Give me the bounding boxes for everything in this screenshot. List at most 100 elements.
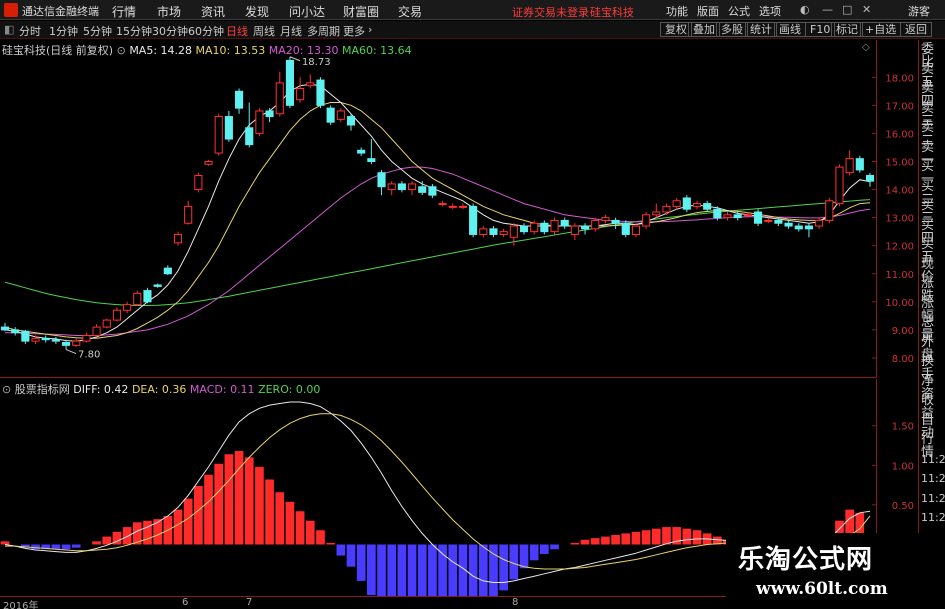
candle-body <box>397 183 406 191</box>
macd-label: MACD: 0.11 <box>189 383 255 396</box>
price-tick-label: 17.00 <box>885 101 914 112</box>
candle-body <box>580 225 590 230</box>
candle-body <box>234 90 244 109</box>
candle-body <box>499 231 508 235</box>
candle-body <box>153 284 162 287</box>
candle-body <box>621 222 630 235</box>
candle-body <box>21 330 30 342</box>
candle-body <box>519 225 529 233</box>
candle-body <box>591 219 600 230</box>
candle-body <box>723 214 732 219</box>
ma20-label: MA20: 13.30 <box>268 44 339 57</box>
macd-indicator-legend: ⊙ 股票指标网 DIFF: 0.42 DEA: 0.36 MACD: 0.11 … <box>2 381 320 397</box>
settings-icon[interactable]: ⊙ <box>117 44 126 57</box>
diff-label: DIFF: 0.42 <box>73 383 129 396</box>
candle-body <box>774 219 783 224</box>
candle-body <box>479 228 488 235</box>
candle-body <box>31 337 40 342</box>
candle-body <box>469 205 478 235</box>
price-tick-label: 12.00 <box>885 242 914 253</box>
candle-body <box>204 160 213 165</box>
low-label: 7.80 <box>78 350 100 361</box>
candle-body <box>448 205 457 208</box>
candle-body <box>82 335 91 342</box>
candle-body <box>458 205 468 208</box>
order-book-label: 11:2 <box>921 511 945 524</box>
candle-body <box>530 222 539 233</box>
price-indicator-legend: 硅宝科技(日线 前复权) ⊙ MA5: 14.28 MA10: 13.53 MA… <box>2 42 412 58</box>
candle-body <box>61 342 71 346</box>
candle-body <box>652 211 661 216</box>
candle-body <box>123 304 132 311</box>
watermark-url: www.60lt.com <box>756 579 888 599</box>
order-book-label: 11:2 <box>921 452 945 466</box>
candle-body <box>815 219 824 227</box>
date-label: 8 <box>512 597 519 608</box>
low-marker <box>65 349 77 355</box>
candle-body <box>642 214 651 227</box>
watermark: 乐淘公式网 www.60lt.com <box>726 533 945 609</box>
candle-body <box>357 149 366 154</box>
candle-body <box>631 225 641 235</box>
stock-title: 硅宝科技(日线 前复权) <box>2 44 114 57</box>
price-tick-label: 8.00 <box>892 354 914 365</box>
candle-body <box>265 110 274 118</box>
candle-body <box>224 116 233 140</box>
candle-body <box>41 337 50 341</box>
candle-body <box>784 222 793 227</box>
candle-body <box>804 225 814 230</box>
candle-body <box>407 183 417 191</box>
candle-body <box>662 205 671 213</box>
price-tick-label: 10.00 <box>885 298 914 309</box>
price-tick-label: 14.00 <box>885 186 914 197</box>
candle-body <box>275 82 284 115</box>
candle-body <box>855 158 864 171</box>
price-tick-label: 15.00 <box>885 157 914 168</box>
candle-body <box>112 309 122 321</box>
ma60-label: MA60: 13.64 <box>341 44 412 57</box>
settings-icon[interactable]: ⊙ <box>2 383 11 396</box>
candle-body <box>346 116 356 126</box>
candle-body <box>692 203 702 207</box>
candle-body <box>296 87 305 101</box>
candle-body <box>509 225 518 238</box>
candle-body <box>845 158 854 174</box>
candle-body <box>11 329 20 334</box>
kline-chart: 18.00 17.00 16.00 15.00 14.00 13.00 12.00 11.00… <box>0 56 914 609</box>
price-tick-label: 11.00 <box>885 270 914 281</box>
candle-body <box>387 183 396 191</box>
candle-body <box>743 214 752 217</box>
price-tick-label: 18.00 <box>885 73 914 84</box>
candle-body <box>326 107 335 123</box>
candle-body <box>214 116 223 154</box>
macd-tick-label: 0.50 <box>892 501 914 512</box>
price-tick-label: 9.00 <box>892 326 914 337</box>
candle-body <box>835 166 844 205</box>
price-tick-label: 16.00 <box>885 129 914 140</box>
macd-tick-label: 1.50 <box>892 422 914 433</box>
order-book-panel: 委比 卖五 卖四 卖三 卖二 卖一 买一 买二 买三 买四 买五 现价 涨跌 涨幅 总量 外盘 换手 净资 收益 自动… <box>918 40 945 595</box>
expand-icon[interactable]: ◇ <box>862 42 870 53</box>
candle-body <box>672 200 681 207</box>
candle-body <box>428 186 437 196</box>
high-label: 18.73 <box>302 57 331 68</box>
candle-body <box>489 228 498 235</box>
candle-body <box>245 127 254 146</box>
candle-body <box>367 158 376 162</box>
candle-body <box>194 175 203 191</box>
candle-body <box>102 319 111 328</box>
candle-body <box>92 326 101 337</box>
candle-body <box>611 219 620 224</box>
macd-tick-label: 1.00 <box>892 461 914 472</box>
candle-body <box>51 339 60 342</box>
candle-body <box>143 290 152 303</box>
candle-body <box>733 214 742 219</box>
candle-body <box>0 326 10 331</box>
candle-body <box>703 203 712 210</box>
candle-body <box>560 219 569 227</box>
price-tick-label: 13.00 <box>885 214 914 225</box>
date-label: 2016年 <box>3 601 39 609</box>
zero-label: ZERO: 0.00 <box>258 383 321 396</box>
candle-body <box>316 79 325 106</box>
candle-body <box>865 175 875 182</box>
